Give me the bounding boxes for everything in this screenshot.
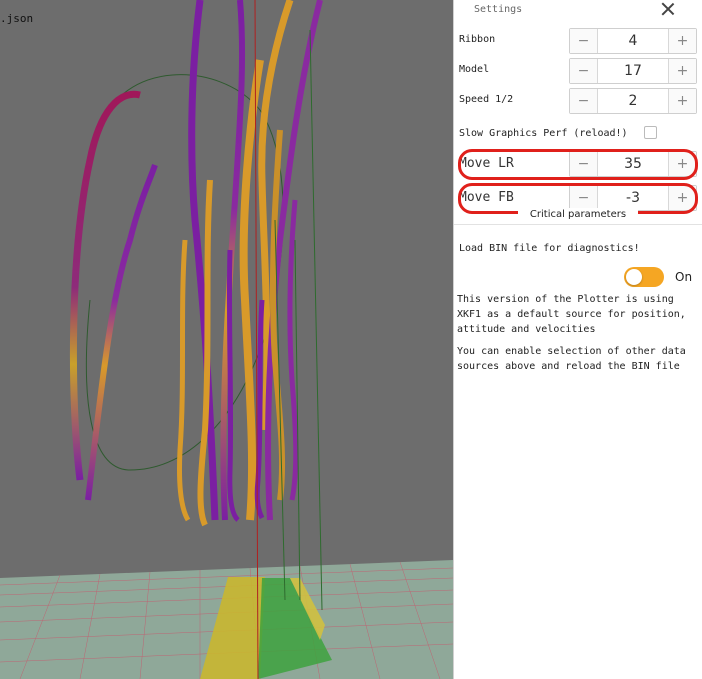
model-label: Model — [459, 64, 490, 75]
speed-increment-button[interactable]: + — [668, 89, 696, 113]
ribbon-2 — [85, 164, 158, 501]
model-decrement-button[interactable]: − — [570, 59, 598, 83]
model-row: Model − 17 + — [454, 57, 702, 85]
toggle-knob — [626, 269, 642, 285]
model-stepper: − 17 + — [569, 58, 697, 84]
model-increment-button[interactable]: + — [668, 59, 696, 83]
load-bin-message: Load BIN file for diagnostics! — [459, 243, 640, 254]
vertical-line-green-1 — [309, 29, 323, 611]
speed-decrement-button[interactable]: − — [570, 89, 598, 113]
info-paragraph-2: You can enable selection of other data s… — [457, 346, 686, 372]
speed-stepper: − 2 + — [569, 88, 697, 114]
highlight-move-lr — [458, 149, 698, 180]
ribbon-8 — [197, 179, 213, 527]
speed-value[interactable]: 2 — [598, 89, 668, 113]
toggle-state-label: On — [675, 270, 693, 284]
settings-header: Settings — [454, 0, 702, 22]
data-source-toggle[interactable] — [624, 267, 664, 287]
slow-graphics-row: Slow Graphics Perf (reload!) — [454, 124, 702, 144]
ribbon-1 — [69, 90, 141, 481]
close-icon[interactable] — [660, 1, 676, 17]
speed-label: Speed 1/2 — [459, 94, 514, 105]
model-value[interactable]: 17 — [598, 59, 668, 83]
settings-title: Settings — [474, 4, 523, 15]
info-paragraph-1: This version of the Plotter is using XKF… — [457, 294, 686, 335]
critical-parameters-tooltip: Critical parameters — [518, 208, 638, 222]
ribbon-decrement-button[interactable]: − — [570, 29, 598, 53]
slow-graphics-checkbox[interactable] — [644, 126, 657, 139]
ribbon-value[interactable]: 4 — [598, 29, 668, 53]
ribbon-10 — [226, 249, 240, 522]
ribbon-row: Ribbon − 4 + — [454, 27, 702, 55]
speed-row: Speed 1/2 − 2 + — [454, 87, 702, 115]
settings-panel: Settings Ribbon − 4 + Model − 17 + Speed… — [453, 0, 702, 679]
section-divider — [454, 224, 702, 225]
flight-plot-canvas[interactable] — [0, 0, 453, 679]
3d-viewport[interactable]: .json — [0, 0, 453, 679]
ribbon-13 — [254, 299, 265, 520]
ribbon-stepper: − 4 + — [569, 28, 697, 54]
slow-graphics-label: Slow Graphics Perf (reload!) — [459, 128, 628, 139]
ribbon-label: Ribbon — [459, 34, 496, 45]
ribbon-12 — [177, 239, 191, 522]
file-name-label: .json — [0, 12, 34, 25]
ribbon-increment-button[interactable]: + — [668, 29, 696, 53]
